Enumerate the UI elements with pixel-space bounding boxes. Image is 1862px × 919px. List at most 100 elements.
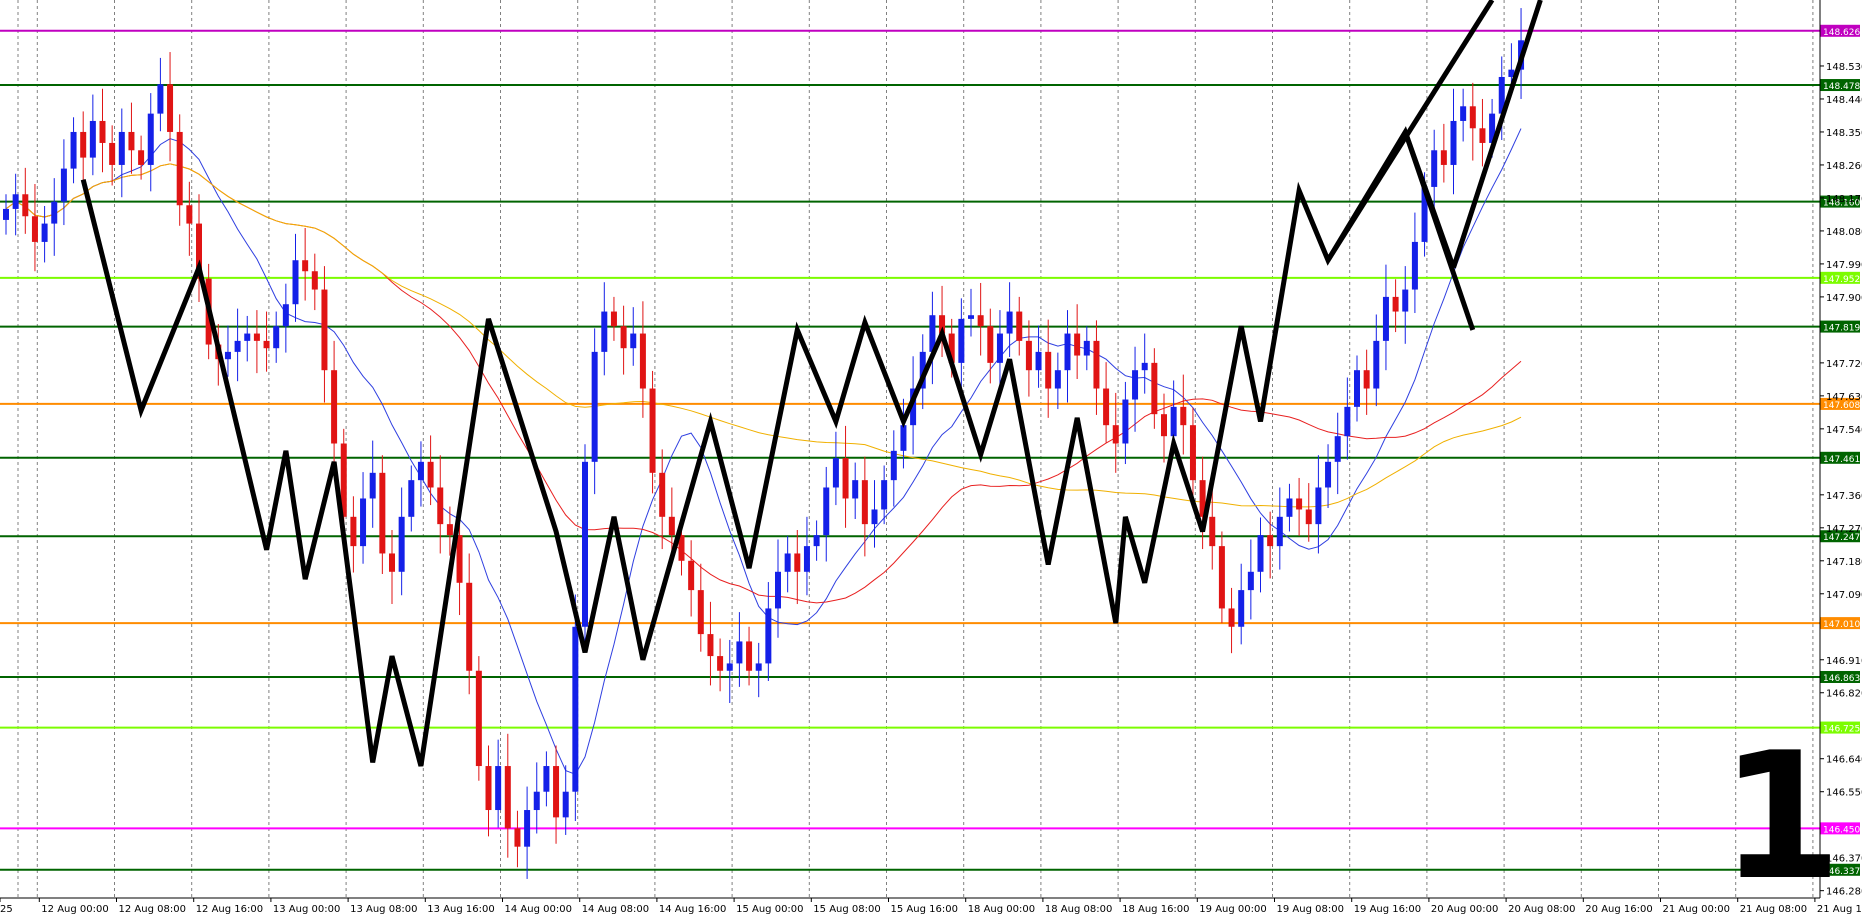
candle-body: [726, 663, 733, 671]
candle-body: [427, 461, 434, 488]
price-tick-label: 147.270: [1826, 524, 1862, 535]
candle-body: [601, 311, 608, 352]
candle-body: [1112, 425, 1119, 444]
candle-body: [437, 487, 444, 525]
candle-body: [1469, 106, 1476, 129]
time-tick-label: 14 Aug 08:00: [582, 904, 649, 915]
candle-body: [1132, 370, 1139, 400]
candle-body: [736, 641, 743, 664]
price-tick-label: 147.360: [1826, 491, 1862, 502]
time-tick-label: 19 Aug 08:00: [1277, 904, 1344, 915]
price-tick-label: 147.630: [1826, 392, 1862, 403]
candle-body: [1122, 399, 1129, 444]
candle-body: [958, 318, 965, 363]
candle-body: [1161, 414, 1167, 437]
zigzag-projection: [1402, 131, 1476, 331]
price-tick-label: 146.910: [1826, 656, 1862, 667]
price-tick-label: 147.180: [1826, 557, 1862, 568]
level-tag-label: 147.461: [1823, 455, 1860, 465]
candle-body: [1016, 311, 1023, 341]
candle-body: [794, 553, 801, 572]
level-tag-label: 147.952: [1823, 275, 1860, 285]
time-tick-label: 18 Aug 08:00: [1045, 904, 1112, 915]
candle-body: [118, 131, 125, 165]
candle-body: [22, 194, 29, 217]
candle-body: [1103, 388, 1110, 426]
price-tick-label: 147.990: [1826, 260, 1862, 271]
candle-body: [1450, 120, 1457, 165]
candle-body: [803, 546, 810, 572]
candle-body: [1286, 498, 1293, 517]
candle-body: [775, 571, 781, 609]
time-tick-label: 20 Aug 00:00: [1431, 904, 1498, 915]
candle-body: [871, 509, 878, 525]
candle-body: [900, 425, 907, 451]
candle-body: [253, 333, 260, 341]
candle-body: [1083, 340, 1090, 356]
price-tick-label: 148.260: [1826, 161, 1862, 172]
candle-body: [553, 766, 560, 818]
candle-body: [263, 340, 270, 349]
candle-body: [1238, 590, 1245, 627]
candle-body: [475, 670, 482, 767]
price-tick-label: 148.080: [1826, 227, 1862, 238]
candle-body: [717, 656, 724, 671]
candle-body: [495, 766, 502, 811]
candle-body: [1305, 509, 1312, 525]
level-tag-label: 148.478: [1823, 82, 1860, 92]
candle-body: [1354, 370, 1360, 407]
price-tick-label: 146.820: [1826, 689, 1862, 700]
candle-body: [1392, 296, 1399, 312]
candle-body: [234, 340, 241, 352]
time-tick-label: 20 Aug 16:00: [1585, 904, 1652, 915]
time-tick-label: 12 Aug 16:00: [196, 904, 263, 915]
time-tick-label: 18 Aug 00:00: [968, 904, 1035, 915]
candle-body: [1141, 362, 1148, 371]
time-tick-label: 13 Aug 16:00: [427, 904, 494, 915]
candle-body: [224, 351, 231, 360]
candle-body: [1257, 535, 1264, 572]
candle-body: [417, 461, 424, 481]
annotation-number: 1: [1720, 716, 1842, 919]
candle-body: [572, 626, 579, 792]
candle-body: [861, 480, 868, 525]
candle-body: [1035, 351, 1042, 371]
time-tick-label: 20 Aug 08:00: [1508, 904, 1575, 915]
candle-body: [1045, 351, 1052, 389]
candle-body: [514, 828, 521, 847]
candle-body: [639, 333, 646, 389]
candle-body: [1025, 340, 1032, 371]
candle-body: [1093, 340, 1100, 389]
candle-body: [41, 223, 48, 242]
candle-body: [12, 194, 19, 209]
candle-body: [147, 113, 154, 165]
candle-body: [167, 84, 174, 132]
candle-body: [466, 582, 473, 671]
candle-body: [1460, 106, 1467, 121]
time-tick-label: 15 Aug 00:00: [736, 904, 803, 915]
candle-body: [697, 590, 704, 635]
candle-body: [755, 663, 762, 671]
candle-body: [51, 201, 58, 224]
price-tick-label: 147.900: [1826, 293, 1862, 304]
candle-body: [1151, 362, 1158, 415]
candle-body: [610, 311, 617, 327]
candle-body: [1479, 128, 1486, 143]
candle-body: [977, 315, 984, 327]
candle-body: [533, 791, 540, 811]
candle-body: [244, 333, 251, 341]
time-tick-label: 15 Aug 08:00: [813, 904, 880, 915]
candle-body: [504, 766, 511, 829]
time-tick-label: 12 Aug 00:00: [41, 904, 108, 915]
candle-body: [707, 634, 714, 657]
candle-body: [282, 304, 289, 327]
candle-body: [746, 641, 753, 671]
candle-body: [128, 131, 135, 151]
candle-body: [582, 461, 588, 627]
time-tick-label: 19 Aug 16:00: [1354, 904, 1421, 915]
candle-body: [562, 791, 569, 818]
candle-body: [1373, 340, 1380, 389]
candle-body: [668, 516, 675, 536]
candle-body: [398, 516, 405, 572]
candle-body: [1440, 150, 1447, 165]
